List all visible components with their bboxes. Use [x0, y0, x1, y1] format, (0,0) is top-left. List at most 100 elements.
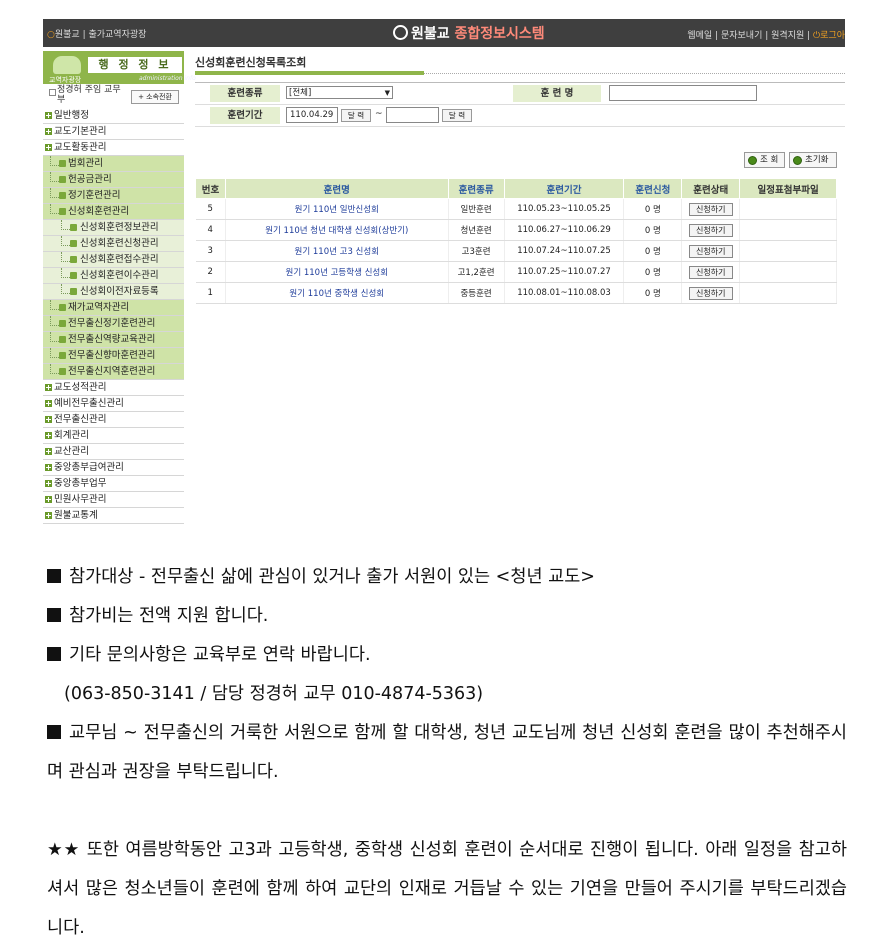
- sidebar-item[interactable]: 예비전무출신관리: [43, 396, 184, 412]
- sidebar-item[interactable]: 원불교통계: [43, 508, 184, 524]
- tree-line-icon: [50, 332, 59, 342]
- col-header-type[interactable]: 훈련종류: [447, 178, 505, 199]
- sidebar-item[interactable]: 교도활동관리: [43, 140, 184, 156]
- sidebar-item-label: 신성회훈련접수관리: [80, 254, 159, 265]
- cell-file: [739, 282, 837, 304]
- cell-period: 110.06.27~110.06.29: [504, 219, 625, 241]
- apply-button[interactable]: 신청하기: [688, 244, 733, 258]
- col-header-no: 번호: [195, 178, 226, 199]
- cell-period: 110.05.23~110.05.25: [504, 198, 625, 220]
- reset-button[interactable]: 초기화: [789, 152, 837, 168]
- sidebar-item[interactable]: 중앙총부업무: [43, 476, 184, 492]
- cell-period: 110.07.25~110.07.27: [504, 261, 625, 283]
- sidebar-item[interactable]: 재가교역자관리: [43, 300, 184, 316]
- sidebar-item[interactable]: 교도성적관리: [43, 380, 184, 396]
- link-clergy-plaza[interactable]: 출가교역자광장: [88, 30, 146, 40]
- desc-line-recommend: 교무님 ~ 전무출신의 거룩한 서원으로 함께 할 대학생, 청년 교도님께 청…: [47, 714, 847, 792]
- sidebar-item[interactable]: 신성회훈련정보관리: [43, 220, 184, 236]
- cell-no: 4: [195, 219, 226, 241]
- sidebar: 교역자광장 행 정 정 보 administration info 정경허 주임…: [43, 51, 196, 528]
- leaf-icon: [59, 192, 66, 199]
- sidebar-item[interactable]: 교도기본관리: [43, 124, 184, 140]
- desc-line-target: 참가대상 - 전무출신 삶에 관심이 있거나 출가 서원이 있는 <청년 교도>: [47, 558, 847, 597]
- sidebar-item[interactable]: 신성회훈련이수관리: [43, 268, 184, 284]
- tree-line-icon: [50, 188, 59, 198]
- tree-line-icon: [61, 236, 70, 246]
- range-tilde: ~: [375, 109, 383, 119]
- apply-button[interactable]: 신청하기: [688, 286, 733, 300]
- plus-icon: [45, 384, 52, 391]
- date-from-input[interactable]: 110.04.29: [286, 107, 338, 123]
- cell-name[interactable]: 원기 110년 청년 대학생 신성회(상반기): [225, 219, 449, 241]
- apply-button[interactable]: 신청하기: [688, 202, 733, 216]
- cell-applied: 0 명: [623, 261, 683, 283]
- link-wonbuddhism[interactable]: 원불교: [55, 30, 80, 40]
- date-to-input[interactable]: [386, 107, 439, 123]
- sidebar-item[interactable]: 정기훈련관리: [43, 188, 184, 204]
- sidebar-item[interactable]: 전무출신지역훈련관리: [43, 364, 184, 380]
- chevron-down-icon: ▼: [384, 89, 390, 97]
- leaf-icon: [70, 288, 77, 295]
- sidebar-item[interactable]: 일반행정: [43, 108, 184, 124]
- search-button[interactable]: 조 회: [744, 152, 785, 168]
- training-type-select[interactable]: [전체] ▼: [286, 86, 393, 99]
- sidebar-item[interactable]: 신성회훈련관리: [43, 204, 184, 220]
- bullet-icon: [49, 89, 56, 96]
- desc-text-1: 참가대상 - 전무출신 삶에 관심이 있거나 출가 서원이 있는 <청년 교도>: [69, 567, 595, 587]
- sidebar-item[interactable]: 민원사무관리: [43, 492, 184, 508]
- cell-type: 중등훈련: [448, 282, 505, 304]
- table-header-row: 번호 훈련명 훈련종류 훈련기간 훈련신청 훈련상태 일정표첨부파일: [195, 178, 837, 199]
- training-name-label: 훈 련 명: [513, 85, 601, 102]
- cell-name[interactable]: 원기 110년 일반신성회: [225, 198, 449, 220]
- sidebar-item[interactable]: 교산관리: [43, 444, 184, 460]
- calendar-from-button[interactable]: 달 력: [341, 109, 371, 122]
- training-type-label: 훈련종류: [210, 85, 280, 102]
- sidebar-item[interactable]: 회계관리: [43, 428, 184, 444]
- plus-icon: [45, 464, 52, 471]
- cell-name[interactable]: 원기 110년 중학생 신성회: [225, 282, 449, 304]
- cell-name[interactable]: 원기 110년 고3 신성회: [225, 240, 449, 262]
- link-send-sms[interactable]: 문자보내기: [721, 31, 762, 41]
- sidebar-item[interactable]: 신성회훈련접수관리: [43, 252, 184, 268]
- link-remote-support[interactable]: 원격지원: [771, 31, 804, 41]
- plus-icon: [45, 432, 52, 439]
- sidebar-item[interactable]: 전무출신관리: [43, 412, 184, 428]
- training-name-input[interactable]: [609, 85, 757, 101]
- sidebar-item[interactable]: 전무출신정기훈련관리: [43, 316, 184, 332]
- sidebar-item[interactable]: 중앙총부급여관리: [43, 460, 184, 476]
- cell-applied: 0 명: [623, 282, 683, 304]
- col-header-period[interactable]: 훈련기간: [503, 178, 625, 199]
- tree-line-icon: [50, 300, 59, 310]
- switch-affiliation-button[interactable]: + 소속전환: [131, 90, 179, 104]
- tree-line-icon: [61, 284, 70, 294]
- desc-line-summer: ★★ 또한 여름방학동안 고3과 고등학생, 중학생 신성회 훈련이 순서대로 …: [47, 831, 847, 948]
- cell-no: 3: [195, 240, 226, 262]
- sidebar-item-label: 신성회훈련관리: [68, 206, 130, 217]
- tree-line-icon: [50, 204, 59, 214]
- apply-button[interactable]: 신청하기: [688, 265, 733, 279]
- sidebar-item[interactable]: 전무출신역량교육관리: [43, 332, 184, 348]
- search-row-2: 훈련기간 110.04.29 달 력 ~ 달 력: [195, 105, 845, 127]
- sidebar-item-label: 중앙총부업무: [54, 478, 107, 489]
- tree-line-icon: [61, 252, 70, 262]
- sidebar-item[interactable]: 법회관리: [43, 156, 184, 172]
- sidebar-item[interactable]: 헌공금관리: [43, 172, 184, 188]
- logout-link[interactable]: 로그아: [820, 31, 845, 41]
- calendar-to-button[interactable]: 달 력: [442, 109, 472, 122]
- cell-status: 신청하기: [681, 261, 741, 283]
- cell-name[interactable]: 원기 110년 고등학생 신성회: [225, 261, 449, 283]
- sidebar-item[interactable]: 전무출신향마훈련관리: [43, 348, 184, 364]
- col-header-applied[interactable]: 훈련신청: [623, 178, 683, 199]
- sidebar-item[interactable]: 신성회훈련신청관리: [43, 236, 184, 252]
- sidebar-header-title: 행 정 정 보: [88, 57, 182, 73]
- tree-line-icon: [50, 316, 59, 326]
- sidebar-item-label: 회계관리: [54, 430, 89, 441]
- link-webmail[interactable]: 웹메일: [687, 31, 712, 41]
- col-header-name[interactable]: 훈련명: [224, 178, 449, 199]
- apply-button[interactable]: 신청하기: [688, 223, 733, 237]
- sidebar-item[interactable]: 신성회이전자료등록: [43, 284, 184, 300]
- system-logo[interactable]: 원불교 종합정보시스템: [393, 23, 545, 43]
- cell-no: 2: [195, 261, 226, 283]
- leaf-icon: [59, 352, 66, 359]
- sidebar-item-label: 중앙총부급여관리: [54, 462, 124, 473]
